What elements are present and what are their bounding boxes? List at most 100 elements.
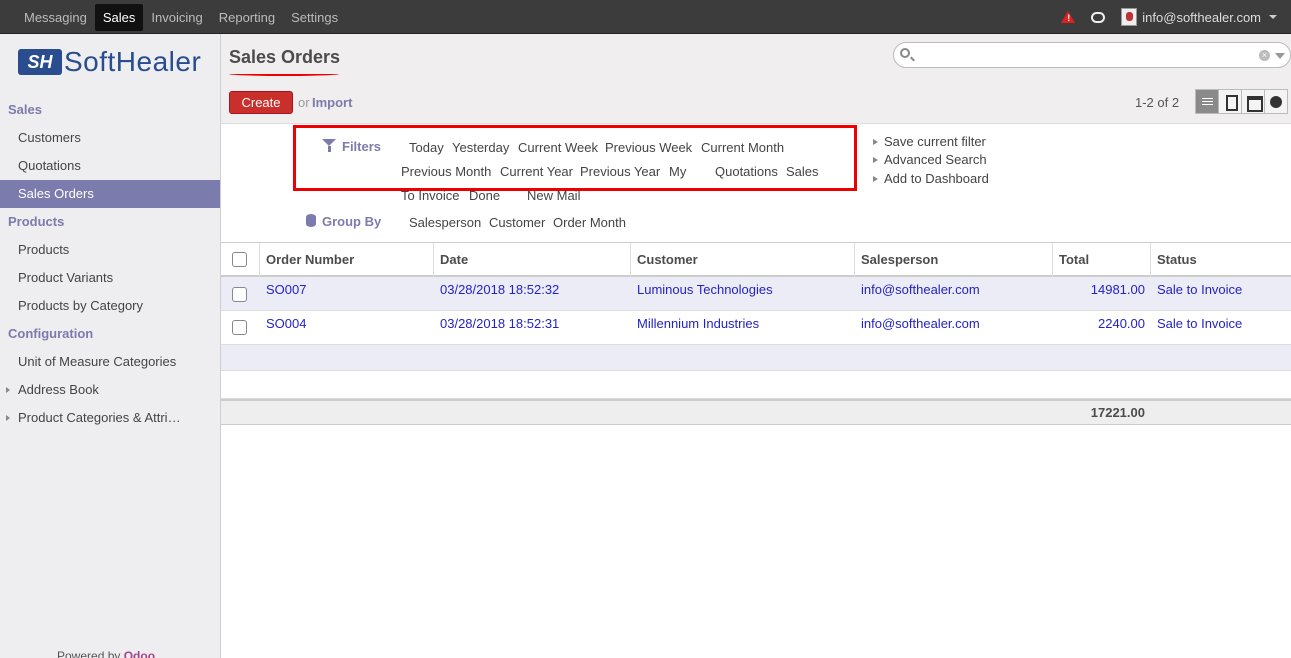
sidebar-item-uom-categories[interactable]: Unit of Measure Categories bbox=[0, 348, 220, 376]
filter-today[interactable]: Today bbox=[409, 140, 444, 155]
section-configuration: Configuration bbox=[8, 326, 94, 341]
form-view-icon[interactable] bbox=[1218, 89, 1242, 114]
col-order-number[interactable]: Order Number bbox=[266, 252, 354, 267]
customer[interactable]: Millennium Industries bbox=[637, 316, 759, 331]
col-customer[interactable]: Customer bbox=[637, 252, 698, 267]
filters-highlight-box bbox=[293, 125, 857, 191]
sidebar-item-customers[interactable]: Customers bbox=[0, 124, 220, 152]
filter-sales[interactable]: Sales bbox=[786, 164, 819, 179]
advanced-search[interactable]: Advanced Search bbox=[873, 152, 987, 167]
view-switcher bbox=[1195, 89, 1288, 114]
filter-previous-year[interactable]: Previous Year bbox=[580, 164, 660, 179]
clear-icon[interactable]: × bbox=[1259, 50, 1270, 61]
sidebar-item-products-by-category[interactable]: Products by Category bbox=[0, 292, 220, 320]
order-number[interactable]: SO004 bbox=[266, 316, 306, 331]
save-current-filter[interactable]: Save current filter bbox=[873, 134, 986, 149]
top-navbar: Messaging Sales Invoicing Reporting Sett… bbox=[0, 0, 1291, 34]
search-input[interactable] bbox=[916, 46, 1256, 64]
column-divider bbox=[1052, 243, 1053, 278]
powered-by: Powered by Odoo bbox=[57, 649, 155, 658]
col-salesperson[interactable]: Salesperson bbox=[861, 252, 938, 267]
title-underline-annotation bbox=[229, 72, 339, 76]
table-header: Order Number Date Customer Salesperson T… bbox=[221, 242, 1291, 278]
status[interactable]: Sale to Invoice bbox=[1157, 282, 1242, 297]
column-divider bbox=[433, 243, 434, 278]
graph-view-icon[interactable] bbox=[1264, 89, 1288, 114]
chevron-down-icon[interactable] bbox=[1269, 15, 1277, 19]
filter-current-month[interactable]: Current Month bbox=[701, 140, 784, 155]
order-date[interactable]: 03/28/2018 18:52:32 bbox=[440, 282, 559, 297]
sidebar: SH SoftHealer Sales Customers Quotations… bbox=[0, 34, 221, 658]
company-logo[interactable]: SH SoftHealer bbox=[18, 46, 201, 78]
search-box[interactable]: × bbox=[893, 42, 1291, 68]
empty-row bbox=[221, 371, 1291, 399]
pager-value[interactable]: 1-2 of 2 bbox=[1135, 95, 1179, 110]
salesperson[interactable]: info@softhealer.com bbox=[861, 282, 980, 297]
col-status[interactable]: Status bbox=[1157, 252, 1197, 267]
filter-yesterday[interactable]: Yesterday bbox=[452, 140, 509, 155]
import-link[interactable]: Import bbox=[312, 95, 352, 110]
sidebar-item-label: Product Categories & Attri… bbox=[18, 410, 181, 425]
row-checkbox[interactable] bbox=[232, 320, 247, 335]
column-divider bbox=[259, 243, 260, 278]
section-sales: Sales bbox=[8, 102, 42, 117]
page-title[interactable]: Sales Orders bbox=[229, 47, 340, 68]
column-divider bbox=[854, 243, 855, 278]
nav-reporting[interactable]: Reporting bbox=[211, 4, 283, 31]
control-panel: Sales Orders × Create or Import 1-2 of 2 bbox=[221, 34, 1291, 124]
empty-row bbox=[221, 345, 1291, 371]
filter-previous-month[interactable]: Previous Month bbox=[401, 164, 491, 179]
col-total[interactable]: Total bbox=[1059, 252, 1089, 267]
odoo-link[interactable]: Odoo bbox=[124, 649, 155, 658]
nav-settings[interactable]: Settings bbox=[283, 4, 346, 31]
powered-by-label: Powered by bbox=[57, 649, 121, 658]
sidebar-item-product-categories[interactable]: Product Categories & Attri… bbox=[0, 404, 220, 432]
sidebar-item-address-book[interactable]: Address Book bbox=[0, 376, 220, 404]
filter-current-year[interactable]: Current Year bbox=[500, 164, 573, 179]
status[interactable]: Sale to Invoice bbox=[1157, 316, 1242, 331]
sidebar-item-products[interactable]: Products bbox=[0, 236, 220, 264]
nav-messaging[interactable]: Messaging bbox=[16, 4, 95, 31]
salesperson[interactable]: info@softhealer.com bbox=[861, 316, 980, 331]
search-options-dropdown-icon[interactable] bbox=[1275, 53, 1285, 59]
sidebar-item-product-variants[interactable]: Product Variants bbox=[0, 264, 220, 292]
or-label: or bbox=[298, 95, 310, 110]
calendar-view-icon[interactable] bbox=[1241, 89, 1265, 114]
groupby-order-month[interactable]: Order Month bbox=[553, 215, 626, 230]
filter-previous-week[interactable]: Previous Week bbox=[605, 140, 692, 155]
expand-arrow-icon[interactable] bbox=[6, 387, 10, 393]
list-view-icon[interactable] bbox=[1195, 89, 1219, 114]
user-email[interactable]: info@softhealer.com bbox=[1142, 10, 1261, 25]
column-divider bbox=[630, 243, 631, 278]
nav-sales[interactable]: Sales bbox=[94, 3, 144, 31]
column-divider bbox=[1150, 243, 1151, 278]
groupby-customer[interactable]: Customer bbox=[489, 215, 545, 230]
total[interactable]: 2240.00 bbox=[1098, 316, 1145, 331]
row-checkbox[interactable] bbox=[232, 287, 247, 302]
order-number[interactable]: SO007 bbox=[266, 282, 306, 297]
expand-arrow-icon[interactable] bbox=[6, 415, 10, 421]
chat-icon[interactable] bbox=[1091, 11, 1106, 23]
nav-invoicing[interactable]: Invoicing bbox=[143, 4, 210, 31]
user-area: ! info@softhealer.com bbox=[1061, 0, 1277, 34]
select-all-checkbox[interactable] bbox=[232, 252, 247, 267]
filter-new-mail[interactable]: New Mail bbox=[527, 188, 580, 203]
add-to-dashboard[interactable]: Add to Dashboard bbox=[873, 171, 989, 186]
table-row[interactable]: SO004 03/28/2018 18:52:31 Millennium Ind… bbox=[221, 311, 1291, 345]
total[interactable]: 14981.00 bbox=[1091, 282, 1145, 297]
filter-quotations[interactable]: Quotations bbox=[715, 164, 778, 179]
sidebar-item-quotations[interactable]: Quotations bbox=[0, 152, 220, 180]
table-row[interactable]: SO007 03/28/2018 18:52:32 Luminous Techn… bbox=[221, 277, 1291, 311]
filter-current-week[interactable]: Current Week bbox=[518, 140, 598, 155]
order-date[interactable]: 03/28/2018 18:52:31 bbox=[440, 316, 559, 331]
create-button[interactable]: Create bbox=[229, 91, 293, 114]
customer[interactable]: Luminous Technologies bbox=[637, 282, 773, 297]
filter-to-invoice[interactable]: To Invoice bbox=[401, 188, 460, 203]
warning-icon[interactable]: ! bbox=[1061, 11, 1076, 23]
filter-done[interactable]: Done bbox=[469, 188, 500, 203]
filter-my[interactable]: My bbox=[669, 164, 686, 179]
col-date[interactable]: Date bbox=[440, 252, 468, 267]
avatar[interactable] bbox=[1121, 8, 1138, 26]
groupby-salesperson[interactable]: Salesperson bbox=[409, 215, 481, 230]
sidebar-item-sales-orders[interactable]: Sales Orders bbox=[0, 180, 220, 208]
